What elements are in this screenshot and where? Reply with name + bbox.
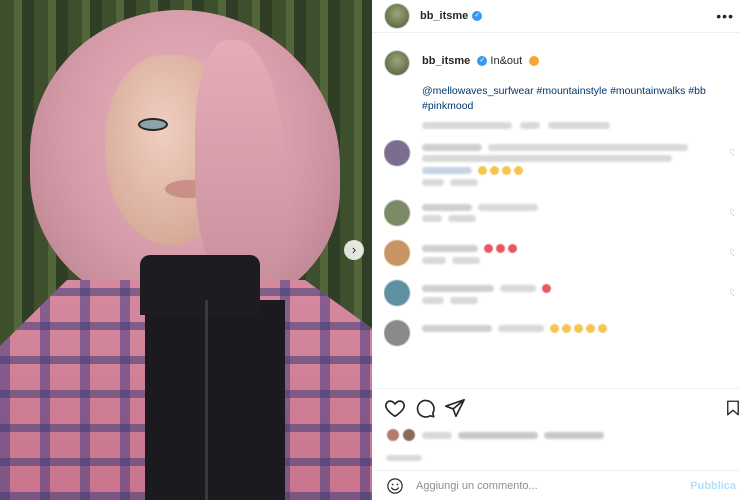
photo-zipper (205, 300, 208, 500)
emoji-icon (529, 56, 540, 67)
photo-collar (140, 255, 260, 315)
chevron-right-icon: › (351, 242, 357, 257)
comment-item: ♡ (384, 200, 734, 226)
bookmark-icon[interactable] (724, 397, 740, 419)
verified-badge-icon: ✓ (472, 11, 483, 21)
heart-icon[interactable]: ♡ (729, 288, 734, 299)
smiley-icon[interactable] (386, 477, 404, 495)
caption-username[interactable]: bb_itsme (422, 55, 470, 67)
post-photo[interactable]: › (0, 0, 372, 500)
photo-eye (140, 120, 166, 129)
heart-icon[interactable]: ♡ (729, 148, 734, 159)
comment-item (384, 320, 734, 346)
avatar[interactable] (384, 320, 410, 346)
avatar (402, 428, 416, 442)
caption-body: In&out (490, 55, 523, 67)
comment-input[interactable] (416, 479, 676, 492)
avatar[interactable] (384, 280, 410, 306)
comment-item: ♡ (384, 140, 734, 186)
heart-icon[interactable]: ♡ (729, 208, 734, 219)
avatar[interactable] (384, 200, 410, 226)
avatar[interactable] (384, 140, 410, 166)
verified-badge-icon: ✓ (477, 56, 488, 67)
add-comment-bar: Pubblica (372, 470, 740, 500)
post-header: bb_itsme ✓ ••• (372, 0, 740, 33)
comment-item: ♡ (384, 240, 734, 266)
next-photo-button[interactable]: › (344, 240, 364, 260)
photo-shirt (145, 300, 285, 500)
avatar[interactable] (384, 50, 410, 76)
comment-icon[interactable] (414, 397, 436, 419)
caption-text: bb_itsme ✓ In&out (422, 53, 540, 69)
action-bar (372, 388, 740, 426)
avatar[interactable] (384, 240, 410, 266)
caption-hashtags[interactable]: @mellowaves_surfwear #mountainstyle #mou… (422, 84, 712, 114)
likes-summary[interactable] (386, 428, 604, 442)
post-date-blurred (386, 455, 422, 461)
avatar (386, 428, 400, 442)
username[interactable]: bb_itsme (420, 10, 468, 22)
heart-icon[interactable] (384, 397, 406, 419)
post-side-panel: bb_itsme ✓ ••• bb_itsme ✓ In&out @mellow… (372, 0, 740, 500)
comment-list[interactable]: ♡ ♡ ♡ ♡ (384, 140, 734, 388)
more-options-icon[interactable]: ••• (716, 8, 734, 24)
caption-meta-blurred (422, 122, 612, 130)
publish-button[interactable]: Pubblica (690, 480, 736, 492)
comment-item: ♡ (384, 280, 734, 306)
paper-plane-icon[interactable] (444, 397, 466, 419)
avatar[interactable] (384, 3, 410, 29)
post-caption: bb_itsme ✓ In&out @mellowaves_surfwear #… (384, 50, 734, 130)
heart-icon[interactable]: ♡ (729, 248, 734, 259)
